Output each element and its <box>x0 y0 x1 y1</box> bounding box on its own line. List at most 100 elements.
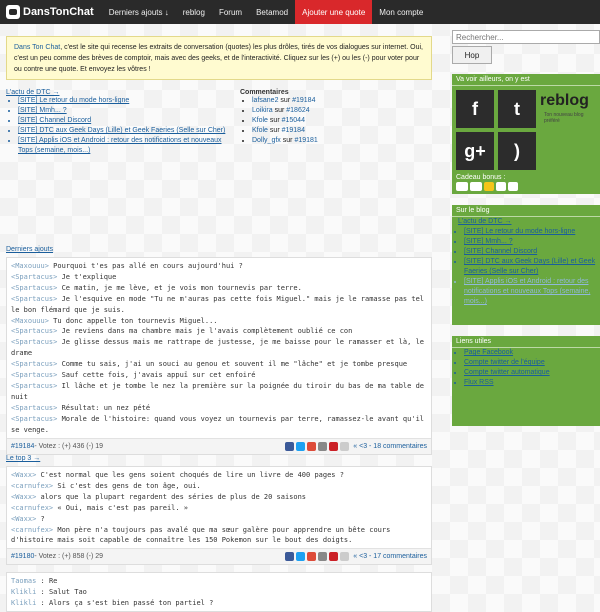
email-icon[interactable] <box>318 552 328 562</box>
twitter-icon[interactable] <box>296 441 306 451</box>
comment-item: Kfole sur #19184 <box>252 126 420 136</box>
quote-body: <Waxx> C'est normal que les gens soient … <box>7 467 431 548</box>
blog-item[interactable]: [SITE] Mmh... ? <box>464 237 600 247</box>
bonus-icon[interactable] <box>484 182 494 191</box>
quote-text: C'est normal que les gens soient choqués… <box>36 471 344 479</box>
reblog-logo[interactable]: reblog <box>540 92 589 110</box>
quote-nav-links[interactable]: « <3 - 18 commentaires <box>353 443 427 450</box>
comment-user[interactable]: lafsane2 <box>252 97 278 104</box>
twitter-icon[interactable]: t <box>498 90 536 128</box>
actu-item[interactable]: [SITE] Applis iOS et Android : retour de… <box>18 136 228 156</box>
quote-nick: <Maxouuu> <box>11 316 49 325</box>
quote-nick: <Spartacus> <box>11 371 58 380</box>
actu-item[interactable]: [SITE] DTC aux Geek Days (Lille) et Geek… <box>18 126 228 136</box>
facebook-icon[interactable] <box>285 441 295 451</box>
google-plus-icon[interactable] <box>307 552 317 562</box>
quote-text: alors que la plupart regardent des série… <box>36 492 307 501</box>
quote-card-third: Taomas : Re Klikli : Salut Tao Klikli : … <box>6 572 432 612</box>
comment-quote-link[interactable]: #19184 <box>282 127 305 134</box>
quote-line: <Waxx> C'est normal que les gens soient … <box>11 470 427 481</box>
useful-link[interactable]: Compte twitter de l'équipe <box>464 358 600 368</box>
nav-reblog[interactable]: reblog <box>176 0 212 24</box>
quote-id-link[interactable]: #19184 <box>11 443 34 450</box>
pinterest-icon[interactable] <box>329 552 339 562</box>
blog-item[interactable]: [SITE] Le retour du mode hors-ligne <box>464 227 600 237</box>
quote-text: Je glisse dessus mais me rattrape de jus… <box>11 338 425 358</box>
links-title: Liens utiles <box>452 336 600 348</box>
comment-quote-link[interactable]: #19181 <box>294 137 317 144</box>
actu-title[interactable]: L'actu de DTC → <box>6 89 228 96</box>
useful-link[interactable]: Flux RSS <box>464 378 600 388</box>
actu-item[interactable]: [SITE] Channel Discord <box>18 116 228 126</box>
google-plus-icon[interactable] <box>307 441 317 451</box>
site-logo[interactable]: DansTonChat <box>0 0 102 24</box>
google-plus-icon[interactable]: g+ <box>456 132 494 170</box>
quote-line: <carnufex> « Oui, mais c'est pas pareil.… <box>11 503 427 514</box>
email-icon[interactable] <box>318 441 328 451</box>
comment-user[interactable]: Loikira <box>252 107 273 114</box>
quote-line: Klikli : Salut Tao <box>11 587 427 598</box>
comment-sur: sur <box>274 107 285 114</box>
bonus-icon[interactable] <box>496 182 506 191</box>
quote-nick: <Spartacus> <box>11 283 58 292</box>
quote-nick: <Waxx> <box>11 492 37 501</box>
twitter-icon[interactable] <box>296 552 306 562</box>
comment-quote-link[interactable]: #15044 <box>282 117 305 124</box>
quote-text: Ce matin, je me lève, et je vois mon tou… <box>57 283 302 292</box>
share-buttons <box>285 441 350 451</box>
nav-forum[interactable]: Forum <box>212 0 249 24</box>
comment-quote-link[interactable]: #19184 <box>292 97 315 104</box>
quote-body: Taomas : Re Klikli : Salut Tao Klikli : … <box>7 573 431 611</box>
blog-item[interactable]: [SITE] DTC aux Geek Days (Lille) et Geek… <box>464 257 600 277</box>
quote-nick: <carnufex> <box>11 503 54 512</box>
site-name-link[interactable]: Dans Ton Chat <box>14 44 60 51</box>
share-more-icon[interactable] <box>340 552 350 562</box>
bonus-icon[interactable] <box>470 182 482 191</box>
rss-icon[interactable]: ) <box>498 132 536 170</box>
useful-link[interactable]: Compte twitter automatique <box>464 368 600 378</box>
vote-text[interactable]: - Votez : (+) 858 (-) 29 <box>34 553 103 560</box>
blog-item[interactable]: [SITE] Applis iOS et Android : retour de… <box>464 277 600 307</box>
quote-line: <Maxouuu> Pourquoi t'es pas allé en cour… <box>11 261 427 272</box>
search-button[interactable]: Hop <box>452 46 492 64</box>
comment-user[interactable]: Dolly_gfx <box>252 137 281 144</box>
sidebar-search: Hop <box>452 30 600 64</box>
comment-quote-link[interactable]: #18624 <box>286 107 309 114</box>
nav-betamod[interactable]: Betamod <box>249 0 295 24</box>
quote-id-link[interactable]: #19180 <box>11 553 34 560</box>
facebook-icon[interactable]: f <box>456 90 494 128</box>
facebook-icon[interactable] <box>285 552 295 562</box>
quote-line: <Spartacus> Je l'esquive en mode "Tu ne … <box>11 294 427 316</box>
comments-title: Commentaires <box>240 89 289 96</box>
actu-item[interactable]: [SITE] Le retour du mode hors-ligne <box>18 96 228 106</box>
comment-user[interactable]: Kfole <box>252 117 268 124</box>
nav-add-quote[interactable]: Ajouter une quote <box>295 0 373 24</box>
top3-title[interactable]: Le top 3 → <box>6 455 40 462</box>
nav-derniers-ajouts[interactable]: Derniers ajouts ↓ <box>102 0 176 24</box>
quote-line: <Spartacus> Comme tu sais, j'ai un souci… <box>11 359 427 370</box>
bonus-icon[interactable] <box>508 182 518 191</box>
quote-nick: <carnufex> <box>11 525 54 534</box>
blog-item[interactable]: L'actu de DTC → <box>458 217 600 227</box>
comment-user[interactable]: Kfole <box>252 127 268 134</box>
quote-body: <Maxouuu> Pourquoi t'es pas allé en cour… <box>7 258 431 438</box>
quote-card-latest: <Maxouuu> Pourquoi t'es pas allé en cour… <box>6 257 432 455</box>
quote-text: : Salut Tao <box>36 587 87 596</box>
bonus-title: Cadeau bonus : <box>456 174 506 181</box>
pinterest-icon[interactable] <box>329 441 339 451</box>
quote-nav-links[interactable]: « <3 - 17 commentaires <box>353 553 427 560</box>
vote-text[interactable]: - Votez : (+) 436 (-) 19 <box>34 443 103 450</box>
quote-text: : Re <box>36 577 58 585</box>
latest-title[interactable]: Derniers ajouts <box>6 246 53 253</box>
blog-item[interactable]: [SITE] Channel Discord <box>464 247 600 257</box>
quote-text: Je reviens dans ma chambre mais je l'ava… <box>57 327 353 336</box>
share-more-icon[interactable] <box>340 441 350 451</box>
actu-item[interactable]: [SITE] Mmh... ? <box>18 106 228 116</box>
quote-nick: <Spartacus> <box>11 381 58 390</box>
top-navbar: DansTonChat Derniers ajouts ↓ reblog For… <box>0 0 600 24</box>
nav-account[interactable]: Mon compte <box>372 0 430 24</box>
search-input[interactable] <box>452 30 600 44</box>
bonus-icon[interactable] <box>456 182 468 191</box>
quote-nick: Klikli <box>11 598 37 607</box>
useful-link[interactable]: Page Facebook <box>464 348 600 358</box>
